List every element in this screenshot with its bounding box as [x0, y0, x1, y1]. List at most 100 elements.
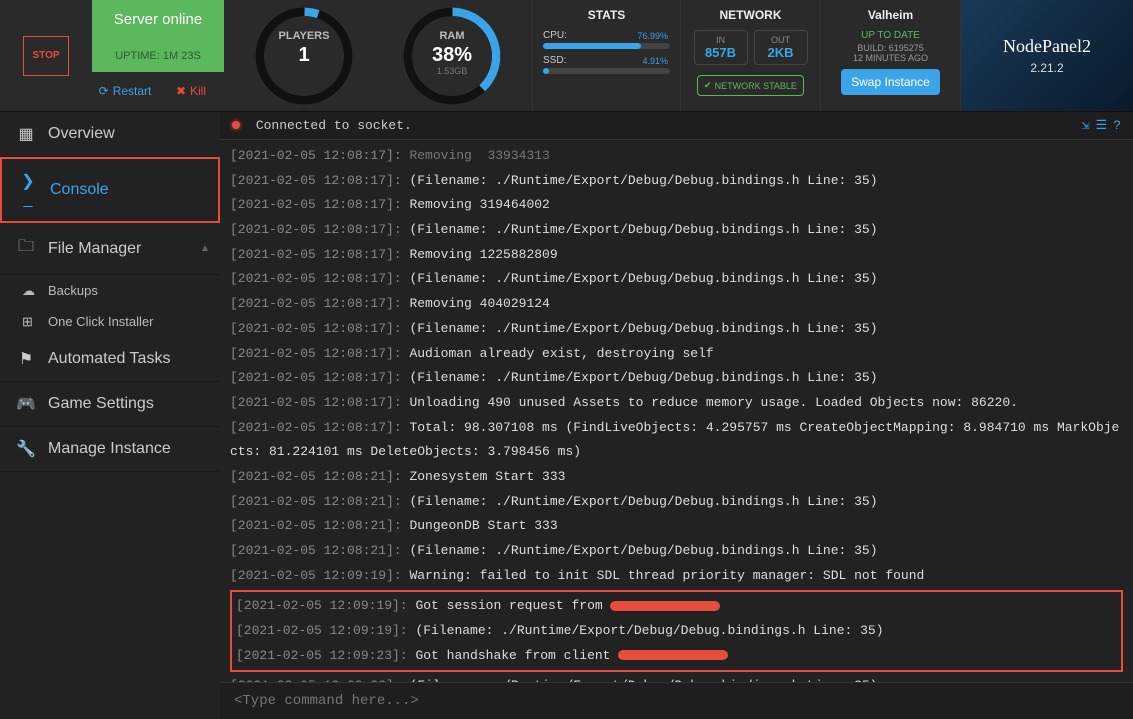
- brand-panel: NodePanel2 2.21.2: [960, 0, 1133, 111]
- log-line: [2021-02-05 12:08:17]: Removing 33934313: [230, 144, 1123, 169]
- stop-button[interactable]: STOP: [23, 36, 69, 76]
- terminal-icon: ❯_: [18, 171, 38, 209]
- stop-area: STOP: [0, 0, 92, 111]
- network-stable-label: NETWORK STABLE: [715, 81, 797, 91]
- redacted-text: [618, 650, 728, 660]
- wrench-icon: 🔧: [16, 439, 36, 459]
- ram-gauge: RAM 38% 1.53GB: [382, 0, 522, 112]
- log-line: [2021-02-05 12:08:17]: Total: 98.307108 …: [230, 416, 1123, 465]
- net-out-label: OUT: [763, 35, 799, 45]
- log-line: [2021-02-05 12:09:19]: Warning: failed t…: [230, 564, 1123, 589]
- log-line: [2021-02-05 12:09:19]: (Filename: ./Runt…: [236, 619, 1117, 644]
- list-icon[interactable]: ☰: [1096, 118, 1108, 133]
- net-out-box: OUT 2KB: [754, 30, 808, 65]
- content-area: Connected to socket. ⇲ ☰ ? [2021-02-05 1…: [220, 112, 1133, 719]
- uptodate-label: UP TO DATE: [827, 30, 954, 41]
- log-line: [2021-02-05 12:08:17]: (Filename: ./Runt…: [230, 317, 1123, 342]
- kill-button[interactable]: ✖ Kill: [158, 72, 224, 112]
- nav-file-manager-label: File Manager: [48, 240, 141, 258]
- log-line: [2021-02-05 12:08:17]: (Filename: ./Runt…: [230, 366, 1123, 391]
- stats-title: STATS: [543, 8, 670, 22]
- net-in-value: 857B: [703, 45, 739, 60]
- swap-instance-button[interactable]: Swap Instance: [841, 69, 940, 95]
- log-line: [2021-02-05 12:08:17]: (Filename: ./Runt…: [230, 218, 1123, 243]
- network-panel: NETWORK IN 857B OUT 2KB ✔ NETWORK STABLE: [680, 0, 820, 111]
- grid-icon: ▦: [16, 124, 36, 144]
- log-line: [2021-02-05 12:08:17]: Removing 12258828…: [230, 243, 1123, 268]
- highlighted-log-box: [2021-02-05 12:09:19]: Got session reque…: [230, 590, 1123, 672]
- log-line: [2021-02-05 12:09:23]: (Filename: ./Runt…: [230, 674, 1123, 682]
- nav-game-settings[interactable]: 🎮 Game Settings: [0, 382, 220, 427]
- installer-icon: ⊞: [22, 314, 33, 330]
- connection-dot-icon: [232, 121, 240, 129]
- kill-label: Kill: [190, 84, 206, 98]
- game-panel: Valheim UP TO DATE BUILD: 6195275 12 MIN…: [820, 0, 960, 111]
- log-line: [2021-02-05 12:08:17]: (Filename: ./Runt…: [230, 267, 1123, 292]
- nav-automated-label: Automated Tasks: [48, 350, 170, 368]
- gamepad-icon: 🎮: [16, 394, 36, 414]
- log-line: [2021-02-05 12:08:21]: Zonesystem Start …: [230, 465, 1123, 490]
- log-line: [2021-02-05 12:09:23]: Got handshake fro…: [236, 644, 1117, 669]
- command-input[interactable]: [234, 693, 1119, 709]
- check-icon: ✔: [704, 80, 712, 91]
- command-input-area: [220, 682, 1133, 719]
- ssd-bar: 4.91%: [543, 68, 670, 74]
- brand-name: NodePanel2: [1003, 36, 1091, 57]
- nav-manage-label: Manage Instance: [48, 440, 171, 458]
- brand-version: 2.21.2: [1030, 61, 1063, 75]
- restart-label: Restart: [113, 84, 152, 98]
- nav-file-manager[interactable]: 🗀 File Manager ▲: [0, 223, 220, 275]
- nav-one-click-label: One Click Installer: [48, 314, 153, 329]
- kill-icon: ✖: [176, 84, 186, 98]
- nav-overview[interactable]: ▦ Overview: [0, 112, 220, 157]
- build-label: BUILD: 6195275: [827, 43, 954, 53]
- network-title: NETWORK: [687, 8, 814, 22]
- nav-game-settings-label: Game Settings: [48, 395, 154, 413]
- log-line: [2021-02-05 12:08:21]: (Filename: ./Runt…: [230, 490, 1123, 515]
- log-line: [2021-02-05 12:08:17]: Removing 31946400…: [230, 193, 1123, 218]
- net-in-label: IN: [703, 35, 739, 45]
- nav-backups[interactable]: ☁ Backups: [0, 275, 220, 306]
- game-title: Valheim: [827, 8, 954, 22]
- console-body[interactable]: [2021-02-05 12:08:17]: Removing 33934313…: [220, 140, 1133, 682]
- nav-automated-tasks[interactable]: ⚑ Automated Tasks: [0, 337, 220, 382]
- network-stable-badge: ✔ NETWORK STABLE: [697, 75, 804, 96]
- nav-one-click[interactable]: ⊞ One Click Installer: [0, 306, 220, 337]
- nav-backups-label: Backups: [48, 283, 98, 298]
- expand-icon[interactable]: ⇲: [1082, 118, 1090, 133]
- restart-icon: ⟳: [99, 84, 109, 98]
- restart-button[interactable]: ⟳ Restart: [92, 72, 158, 112]
- uptime-label: UPTIME: 1M 23S: [92, 40, 224, 72]
- ram-sub: 1.53GB: [382, 66, 522, 76]
- nav-console-label: Console: [50, 181, 109, 199]
- top-bar: STOP Server online UPTIME: 1M 23S ⟳ Rest…: [0, 0, 1133, 112]
- tasks-icon: ⚑: [16, 349, 36, 369]
- log-line: [2021-02-05 12:08:17]: Unloading 490 unu…: [230, 391, 1123, 416]
- log-line: [2021-02-05 12:08:21]: (Filename: ./Runt…: [230, 539, 1123, 564]
- cpu-pct: 76.99%: [637, 31, 668, 41]
- ram-label: RAM: [382, 30, 522, 42]
- nav-console[interactable]: ❯_ Console: [0, 157, 220, 223]
- log-line: [2021-02-05 12:08:21]: DungeonDB Start 3…: [230, 514, 1123, 539]
- folder-icon: 🗀: [16, 235, 36, 262]
- cpu-bar: 76.99%: [543, 43, 670, 49]
- ssd-pct: 4.91%: [642, 56, 668, 66]
- stats-panel: STATS CPU: 76.99% SSD: 4.91%: [532, 0, 680, 111]
- net-in-box: IN 857B: [694, 30, 748, 65]
- log-line: [2021-02-05 12:08:17]: Audioman already …: [230, 342, 1123, 367]
- log-line: [2021-02-05 12:09:19]: Got session reque…: [236, 594, 1117, 619]
- build-ago-label: 12 MINUTES AGO: [827, 53, 954, 63]
- players-value: 1: [234, 44, 374, 67]
- ram-percent: 38%: [382, 44, 522, 67]
- log-line: [2021-02-05 12:08:17]: (Filename: ./Runt…: [230, 169, 1123, 194]
- backup-icon: ☁: [22, 283, 35, 299]
- help-icon[interactable]: ?: [1113, 118, 1121, 133]
- server-status: Server online: [92, 0, 224, 40]
- sidebar: ▦ Overview ❯_ Console 🗀 File Manager ▲ ☁…: [0, 112, 220, 719]
- connected-label: Connected to socket.: [256, 118, 412, 133]
- console-header: Connected to socket. ⇲ ☰ ?: [220, 112, 1133, 140]
- log-line: [2021-02-05 12:08:17]: Removing 40402912…: [230, 292, 1123, 317]
- nav-overview-label: Overview: [48, 125, 115, 143]
- nav-manage-instance[interactable]: 🔧 Manage Instance: [0, 427, 220, 472]
- players-gauge: PLAYERS 1: [234, 0, 374, 112]
